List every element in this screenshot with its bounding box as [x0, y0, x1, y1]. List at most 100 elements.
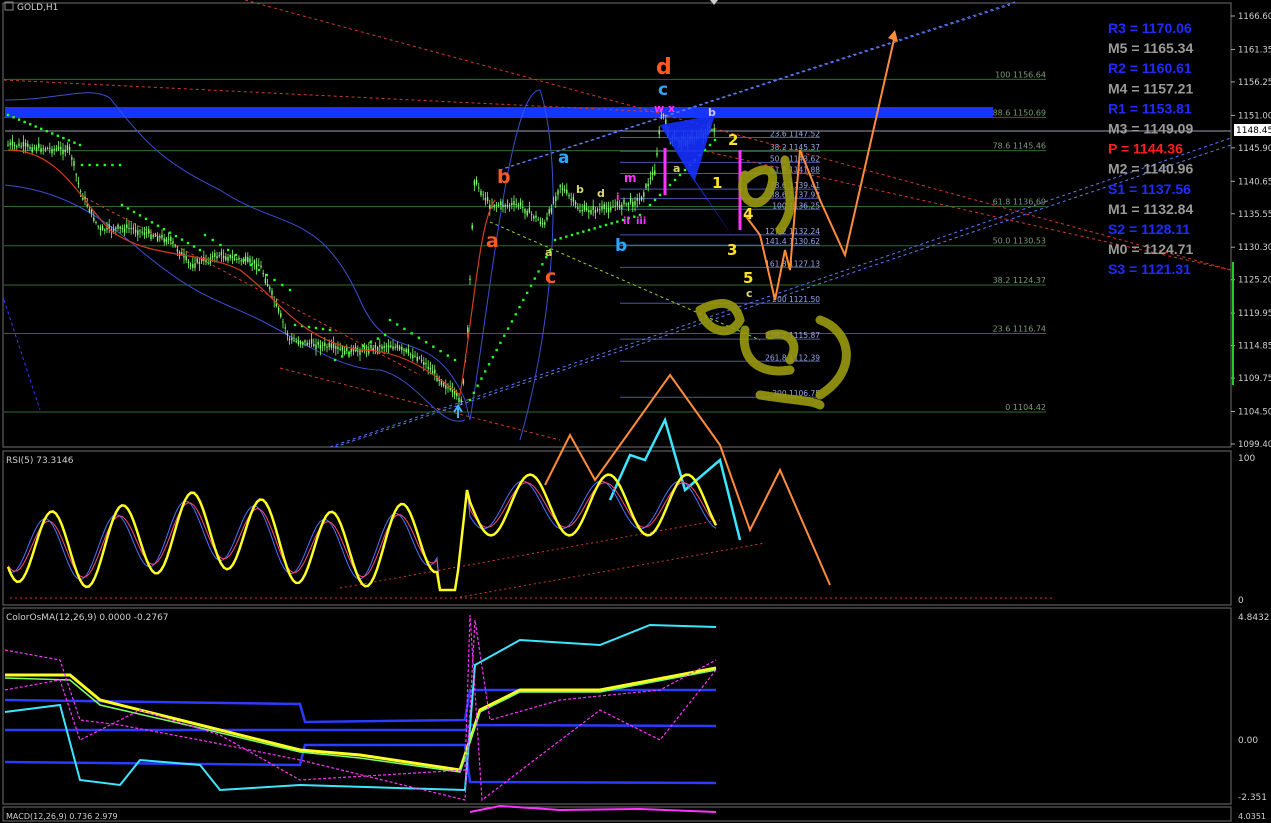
candle-body — [343, 350, 346, 355]
sar-dot — [67, 139, 71, 142]
pivot-label: R1 = 1153.81 — [1108, 100, 1192, 116]
main-panel-frame — [2, 2, 1232, 448]
fib-label: 88.6 1150.69 — [993, 108, 1046, 117]
chart-canvas[interactable]: GOLD,H1 100 1156.64 88.6 1150.69 78.6 1145… — [0, 0, 1271, 823]
wave-5: 5 — [743, 269, 753, 287]
wave-iii: iii — [636, 216, 646, 227]
candle-body — [383, 346, 385, 349]
candle-body — [71, 157, 73, 160]
candle-body — [170, 236, 172, 241]
sar-dot — [78, 143, 82, 147]
wave-a-blue: a — [558, 148, 569, 168]
candle-body — [583, 205, 586, 210]
sar-dot — [34, 125, 37, 128]
candle-body — [46, 148, 49, 150]
price-tick-label: 1135.55 — [1238, 210, 1271, 220]
osma-line — [5, 666, 717, 772]
candle-body — [385, 345, 388, 347]
candle-body — [148, 229, 150, 234]
candle-body — [467, 327, 469, 333]
fib-label: 78.6 1145.46 — [993, 142, 1046, 151]
candle-body — [418, 357, 421, 359]
candle-body — [101, 226, 104, 230]
candle-body — [9, 142, 11, 146]
sar-dot — [314, 326, 318, 330]
candle-body — [174, 244, 176, 247]
sar-dot — [559, 237, 562, 240]
candle-body — [141, 231, 143, 233]
candle-body — [260, 265, 262, 268]
candle-body — [599, 209, 601, 211]
sar-dot — [388, 318, 392, 322]
candle-body — [38, 143, 40, 148]
candle-body — [57, 146, 60, 150]
candle-body — [271, 290, 273, 295]
candle-body — [636, 198, 638, 201]
sar-dot — [708, 143, 712, 147]
sar-dot — [403, 327, 406, 331]
candle-body — [502, 205, 504, 208]
candle-body — [379, 344, 381, 347]
pivot-label: M0 = 1124.71 — [1108, 241, 1193, 257]
wave-d-small: d — [597, 187, 605, 200]
price-tick-label: 1119.95 — [1238, 309, 1271, 319]
candle-body — [577, 207, 579, 209]
candle-body — [150, 234, 152, 240]
price-tick-label: 1151.00 — [1238, 111, 1271, 121]
candle-body — [478, 187, 480, 189]
candle-body — [570, 199, 572, 200]
candle-body — [22, 141, 25, 147]
candle-body — [130, 227, 132, 229]
candle-body — [482, 194, 484, 196]
sar-dot — [616, 220, 619, 223]
sar-dot — [88, 163, 91, 167]
sar-dot — [168, 231, 172, 234]
candle-body — [585, 207, 588, 210]
candle-body — [651, 172, 654, 175]
pivot-label: S2 = 1128.11 — [1108, 221, 1190, 237]
candle-body — [425, 362, 427, 365]
projection-path-cyan — [608, 416, 742, 541]
candle-body — [145, 232, 148, 234]
candle-body — [13, 144, 16, 146]
candle-body — [27, 143, 29, 147]
sar-dot — [518, 305, 521, 309]
candle-body — [605, 208, 608, 210]
candle-body — [416, 356, 418, 361]
sar-dot — [73, 141, 76, 144]
candle-body — [359, 350, 361, 355]
candle-body — [357, 350, 359, 352]
candle-body — [557, 190, 559, 195]
candle-body — [77, 183, 80, 185]
sar-dot — [333, 358, 337, 362]
sar-dot — [40, 127, 43, 131]
sar-dot — [111, 163, 114, 167]
sar-dot — [362, 344, 365, 347]
candle-body — [409, 353, 412, 355]
candle-body — [134, 229, 137, 233]
candle-body — [93, 217, 95, 221]
candle-body — [64, 149, 66, 153]
candle-body — [623, 199, 625, 204]
candle-body — [603, 204, 605, 209]
candle-body — [610, 207, 612, 211]
candle-body — [152, 234, 154, 237]
rsi-min-label: 0 — [1238, 596, 1244, 606]
price-tick-label: 1166.60 — [1238, 12, 1271, 22]
candle-body — [247, 256, 249, 262]
wave-wx: w x — [654, 102, 675, 115]
fib-ext-label: 61.8 1141.88 — [770, 165, 820, 174]
candle-body — [469, 278, 471, 280]
candle-body — [504, 205, 506, 207]
candle-body — [79, 190, 82, 192]
sar-dot — [307, 325, 311, 329]
candle-body — [471, 225, 473, 229]
candle-body — [341, 346, 344, 351]
candle-body — [590, 210, 592, 214]
candle-body — [95, 221, 97, 223]
macd-title: MACD(12,26,9) 0.736 2.979 — [6, 812, 118, 821]
fib-label: 50.0 1130.53 — [993, 237, 1046, 246]
sar-dot — [593, 227, 596, 230]
candle-body — [370, 345, 372, 349]
projection-path-lower — [544, 373, 831, 586]
